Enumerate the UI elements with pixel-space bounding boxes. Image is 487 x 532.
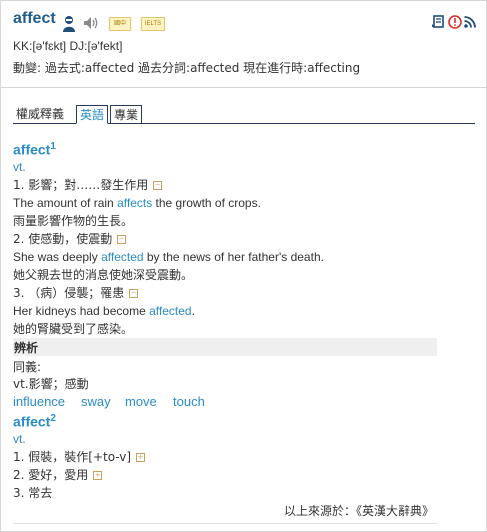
tab-english[interactable]: 英語 xyxy=(76,105,109,124)
sense-1-example: The amount of rain affects the growth of… xyxy=(13,196,261,210)
synonym-link[interactable]: move xyxy=(125,394,157,409)
synonyms-definition: vt.影響；感動 xyxy=(13,377,89,391)
source-note: 以上來源於：《英漢大辭典》 xyxy=(284,504,435,518)
sense-2-definition: 2. 愛好，愛用 + xyxy=(13,468,103,482)
sense-3-example: Her kidneys had become affected. xyxy=(13,304,195,318)
sense-2-example: She was deeply affected by the news of h… xyxy=(13,250,324,264)
sense-1-definition: 1. 影響；對……發生作用 − xyxy=(13,178,163,192)
person-icon[interactable] xyxy=(62,15,76,32)
part-of-speech: vt. xyxy=(13,160,26,174)
sense-3-definition: 3. 常去 xyxy=(13,486,53,500)
highlighted-word: affected xyxy=(149,304,192,318)
synonym-link[interactable]: influence xyxy=(13,394,65,409)
sense-2-translation: 她父親去世的消息使她深受震動。 xyxy=(13,268,194,282)
sense-1-translation: 雨量影響作物的生長。 xyxy=(13,214,134,228)
exam-badge: IELTS xyxy=(141,17,165,31)
entry-headword: affect2 xyxy=(13,413,56,430)
synonyms-label: 同義: xyxy=(13,360,42,374)
highlighted-word: affects xyxy=(117,196,153,210)
sense-2-definition: 2. 使感動，使震動 − xyxy=(13,232,127,246)
level-badge: 國中 xyxy=(109,17,131,31)
collapse-toggle[interactable]: − xyxy=(129,289,139,298)
pronunciation: KK:[ə'fɛkt] DJ:[ə'fekt] xyxy=(13,39,123,53)
highlighted-word: affected xyxy=(101,250,144,264)
divider xyxy=(13,523,437,524)
tab-authoritative[interactable]: 權威釋義 xyxy=(13,105,67,123)
definition-tabs: 權威釋義 英語 專業 xyxy=(13,105,475,124)
verb-forms: 動變: 過去式:affected 過去分詞:affected 現在進行時:aff… xyxy=(13,61,361,75)
collapse-toggle[interactable]: − xyxy=(117,235,127,244)
tab-professional[interactable]: 專業 xyxy=(110,105,143,123)
entry-headword: affect1 xyxy=(13,141,56,158)
usage-notes-bar: 辨析 xyxy=(13,338,437,356)
sense-3-translation: 她的腎臟受到了感染。 xyxy=(13,322,134,336)
rss-icon[interactable] xyxy=(463,15,477,29)
report-icon[interactable] xyxy=(448,15,462,29)
part-of-speech: vt. xyxy=(13,432,26,446)
word-header: affect 國中 IELTS KK:[ə'fɛkt] DJ:[ə'fekt] … xyxy=(1,1,487,88)
expand-toggle[interactable]: + xyxy=(93,471,103,480)
synonym-link[interactable]: sway xyxy=(81,394,111,409)
usage-notes-label: 辨析 xyxy=(14,341,39,355)
sense-1-definition: 1. 假裝，裝作[+to-v] + xyxy=(13,450,146,464)
speaker-icon[interactable] xyxy=(83,16,99,30)
expand-toggle[interactable]: + xyxy=(136,453,146,462)
collapse-toggle[interactable]: − xyxy=(153,181,163,190)
sense-3-definition: 3. （病）侵襲；罹患 − xyxy=(13,286,139,300)
dictionary-panel: affect 國中 IELTS KK:[ə'fɛkt] DJ:[ə'fekt] … xyxy=(0,0,487,532)
bookmark-icon[interactable] xyxy=(431,15,445,29)
word-title: affect xyxy=(13,10,56,27)
synonym-link[interactable]: touch xyxy=(173,394,205,409)
